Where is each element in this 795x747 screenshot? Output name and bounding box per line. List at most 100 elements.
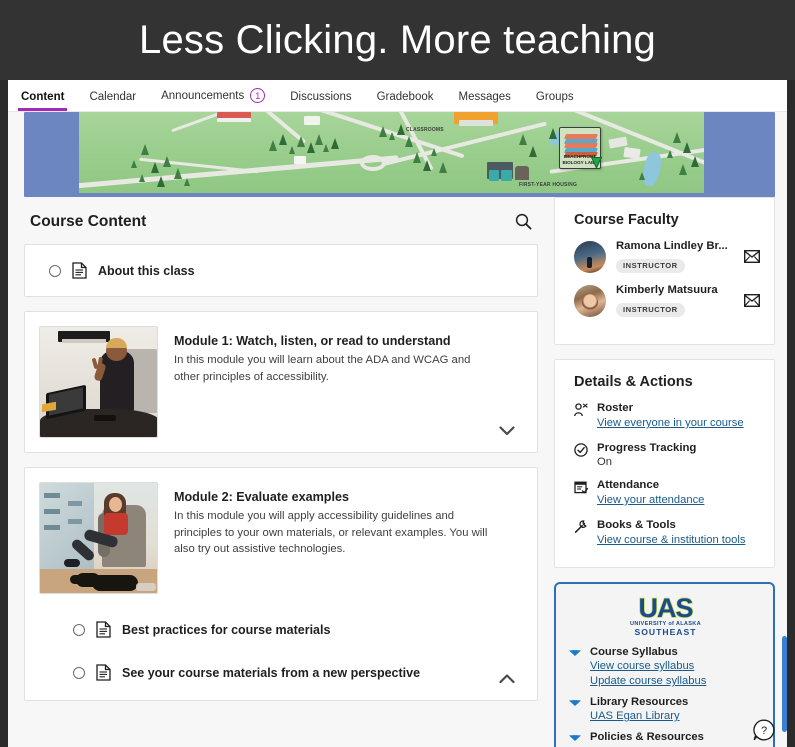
books-tools-link[interactable]: View course & institution tools <box>597 533 760 548</box>
list-item[interactable]: About this class <box>25 245 537 296</box>
faculty-name: Kimberly Matsuura <box>616 284 718 296</box>
list-item-label: Best practices for course materials <box>122 622 331 637</box>
course-faculty-title: Course Faculty <box>574 212 679 228</box>
tab-label: Messages <box>458 91 511 103</box>
map-poi-biology-labs[interactable]: BEACHFRONT BIOLOGY LABS <box>559 127 602 169</box>
module-summary: Module 2: Evaluate examples In this modu… <box>25 468 537 608</box>
tab-label: Content <box>21 91 65 103</box>
uas-resources-panel: UAS UNIVERSITY of ALASKA SOUTHEAST Cours… <box>554 582 775 747</box>
svg-text:?: ? <box>761 725 767 737</box>
location-pin-icon <box>591 157 602 169</box>
uas-logo: UAS UNIVERSITY of ALASKA SOUTHEAST <box>568 593 763 637</box>
uas-logo-sub2: SOUTHEAST <box>634 627 697 637</box>
campus-map-illustration: CLASSROOMS FIRST-YEAR HOUSING BEACHFRONT <box>79 112 704 193</box>
tools-icon <box>574 519 589 548</box>
faculty-info: Kimberly Matsuura INSTRUCTOR <box>616 284 738 317</box>
details-item-progress-tracking: Progress Tracking On <box>574 442 760 468</box>
chevron-collapse-icon[interactable] <box>568 696 583 724</box>
chevron-up-icon[interactable] <box>495 670 519 688</box>
document-icon <box>96 621 111 638</box>
content-item-about[interactable]: About this class <box>24 244 538 297</box>
module-summary: Module 1: Watch, listen, or read to unde… <box>25 312 537 452</box>
banner-title: Less Clicking. More teaching <box>139 17 656 62</box>
uas-egan-library-link[interactable]: UAS Egan Library <box>590 709 688 724</box>
announcements-badge: 1 <box>250 88 266 103</box>
chevron-down-icon[interactable] <box>495 422 519 440</box>
progress-check-icon <box>574 442 589 468</box>
tab-label: Announcements <box>161 89 245 102</box>
progress-radio-icon[interactable] <box>49 264 61 277</box>
avatar <box>574 240 606 273</box>
faculty-member: Ramona Lindley Br... INSTRUCTOR <box>574 240 761 273</box>
uas-item-text: Library Resources UAS Egan Library <box>590 696 688 724</box>
uas-item-course-syllabus: Course Syllabus View course syllabus Upd… <box>568 646 763 689</box>
uas-item-text: Policies & Resources <box>590 731 704 744</box>
details-item-roster: Roster View everyone in your course <box>574 402 760 431</box>
tab-content[interactable]: Content <box>17 91 68 111</box>
uas-item-label: Policies & Resources <box>590 731 704 743</box>
update-course-syllabus-link[interactable]: Update course syllabus <box>590 674 706 689</box>
scrollbar-thumb[interactable] <box>782 636 787 732</box>
list-item[interactable]: See your course materials from a new per… <box>25 651 537 694</box>
window-frame-left <box>0 80 8 747</box>
details-item-label: Books & Tools <box>597 519 676 531</box>
course-viewport: Content Calendar Announcements 1 Discuss… <box>8 80 787 747</box>
map-label-first-year-housing: FIRST-YEAR HOUSING <box>519 182 578 188</box>
list-item[interactable]: Best practices for course materials <box>25 608 537 651</box>
roster-link[interactable]: View everyone in your course <box>597 416 760 431</box>
search-icon[interactable] <box>513 211 534 232</box>
module-text: Module 1: Watch, listen, or read to unde… <box>174 326 523 438</box>
uas-item-label: Course Syllabus <box>590 646 678 658</box>
module-thumbnail <box>39 482 158 594</box>
course-content-header: Course Content <box>24 197 538 244</box>
details-item-text: Roster View everyone in your course <box>597 402 760 431</box>
uas-item-text: Course Syllabus View course syllabus Upd… <box>590 646 706 689</box>
module-title: Module 1: Watch, listen, or read to unde… <box>174 334 451 348</box>
status-badge: INSTRUCTOR <box>616 258 685 273</box>
module-description: In this module you will learn about the … <box>174 354 471 383</box>
details-item-text: Books & Tools View course & institution … <box>597 519 760 548</box>
envelope-icon[interactable] <box>738 249 761 264</box>
progress-tracking-value: On <box>597 456 612 468</box>
tab-messages[interactable]: Messages <box>459 91 511 111</box>
tab-gradebook[interactable]: Gradebook <box>377 91 434 111</box>
window-frame-right <box>787 80 795 747</box>
envelope-icon[interactable] <box>738 293 761 308</box>
progress-radio-icon[interactable] <box>73 666 85 679</box>
details-actions-panel: Details & Actions Roster View everyone i… <box>554 359 775 568</box>
details-item-text: Progress Tracking On <box>597 442 760 468</box>
details-item-text: Attendance View your attendance <box>597 479 760 508</box>
poi-building-stack <box>564 134 598 157</box>
app-screen: Less Clicking. More teaching Content Cal… <box>0 0 795 747</box>
tab-label: Calendar <box>89 91 137 103</box>
tab-announcements[interactable]: Announcements 1 <box>161 88 266 111</box>
tab-discussions[interactable]: Discussions <box>290 91 351 111</box>
tab-label: Groups <box>535 91 574 103</box>
chevron-collapse-icon[interactable] <box>568 731 583 744</box>
attendance-link[interactable]: View your attendance <box>597 493 760 508</box>
help-question-icon[interactable]: ? <box>753 719 775 741</box>
uas-item-label: Library Resources <box>590 696 689 708</box>
content-module-2[interactable]: Module 2: Evaluate examples In this modu… <box>24 467 538 701</box>
document-icon <box>72 262 87 279</box>
details-item-books-tools: Books & Tools View course & institution … <box>574 519 760 548</box>
tab-label: Gradebook <box>376 91 434 103</box>
tab-calendar[interactable]: Calendar <box>89 91 136 111</box>
roster-icon <box>574 402 589 431</box>
tab-groups[interactable]: Groups <box>536 91 574 111</box>
course-faculty-panel: Course Faculty Ramona Lindley Br... INST… <box>554 197 775 345</box>
view-course-syllabus-link[interactable]: View course syllabus <box>590 659 706 674</box>
chevron-collapse-icon[interactable] <box>568 646 583 689</box>
content-module-1[interactable]: Module 1: Watch, listen, or read to unde… <box>24 311 538 453</box>
module-description: In this module you will apply accessibil… <box>174 510 488 555</box>
tab-label: Discussions <box>290 91 352 103</box>
progress-radio-icon[interactable] <box>73 623 85 636</box>
details-item-label: Attendance <box>597 479 660 491</box>
module-children: Best practices for course materials See … <box>25 608 537 700</box>
uas-item-policies-resources: Policies & Resources <box>568 731 763 744</box>
vertical-scrollbar[interactable] <box>782 112 787 747</box>
uas-logo-word: UAS <box>638 593 694 623</box>
page-scroll-area: CLASSROOMS FIRST-YEAR HOUSING BEACHFRONT <box>8 112 787 747</box>
uas-item-library-resources: Library Resources UAS Egan Library <box>568 696 763 724</box>
details-item-label: Roster <box>597 402 634 414</box>
